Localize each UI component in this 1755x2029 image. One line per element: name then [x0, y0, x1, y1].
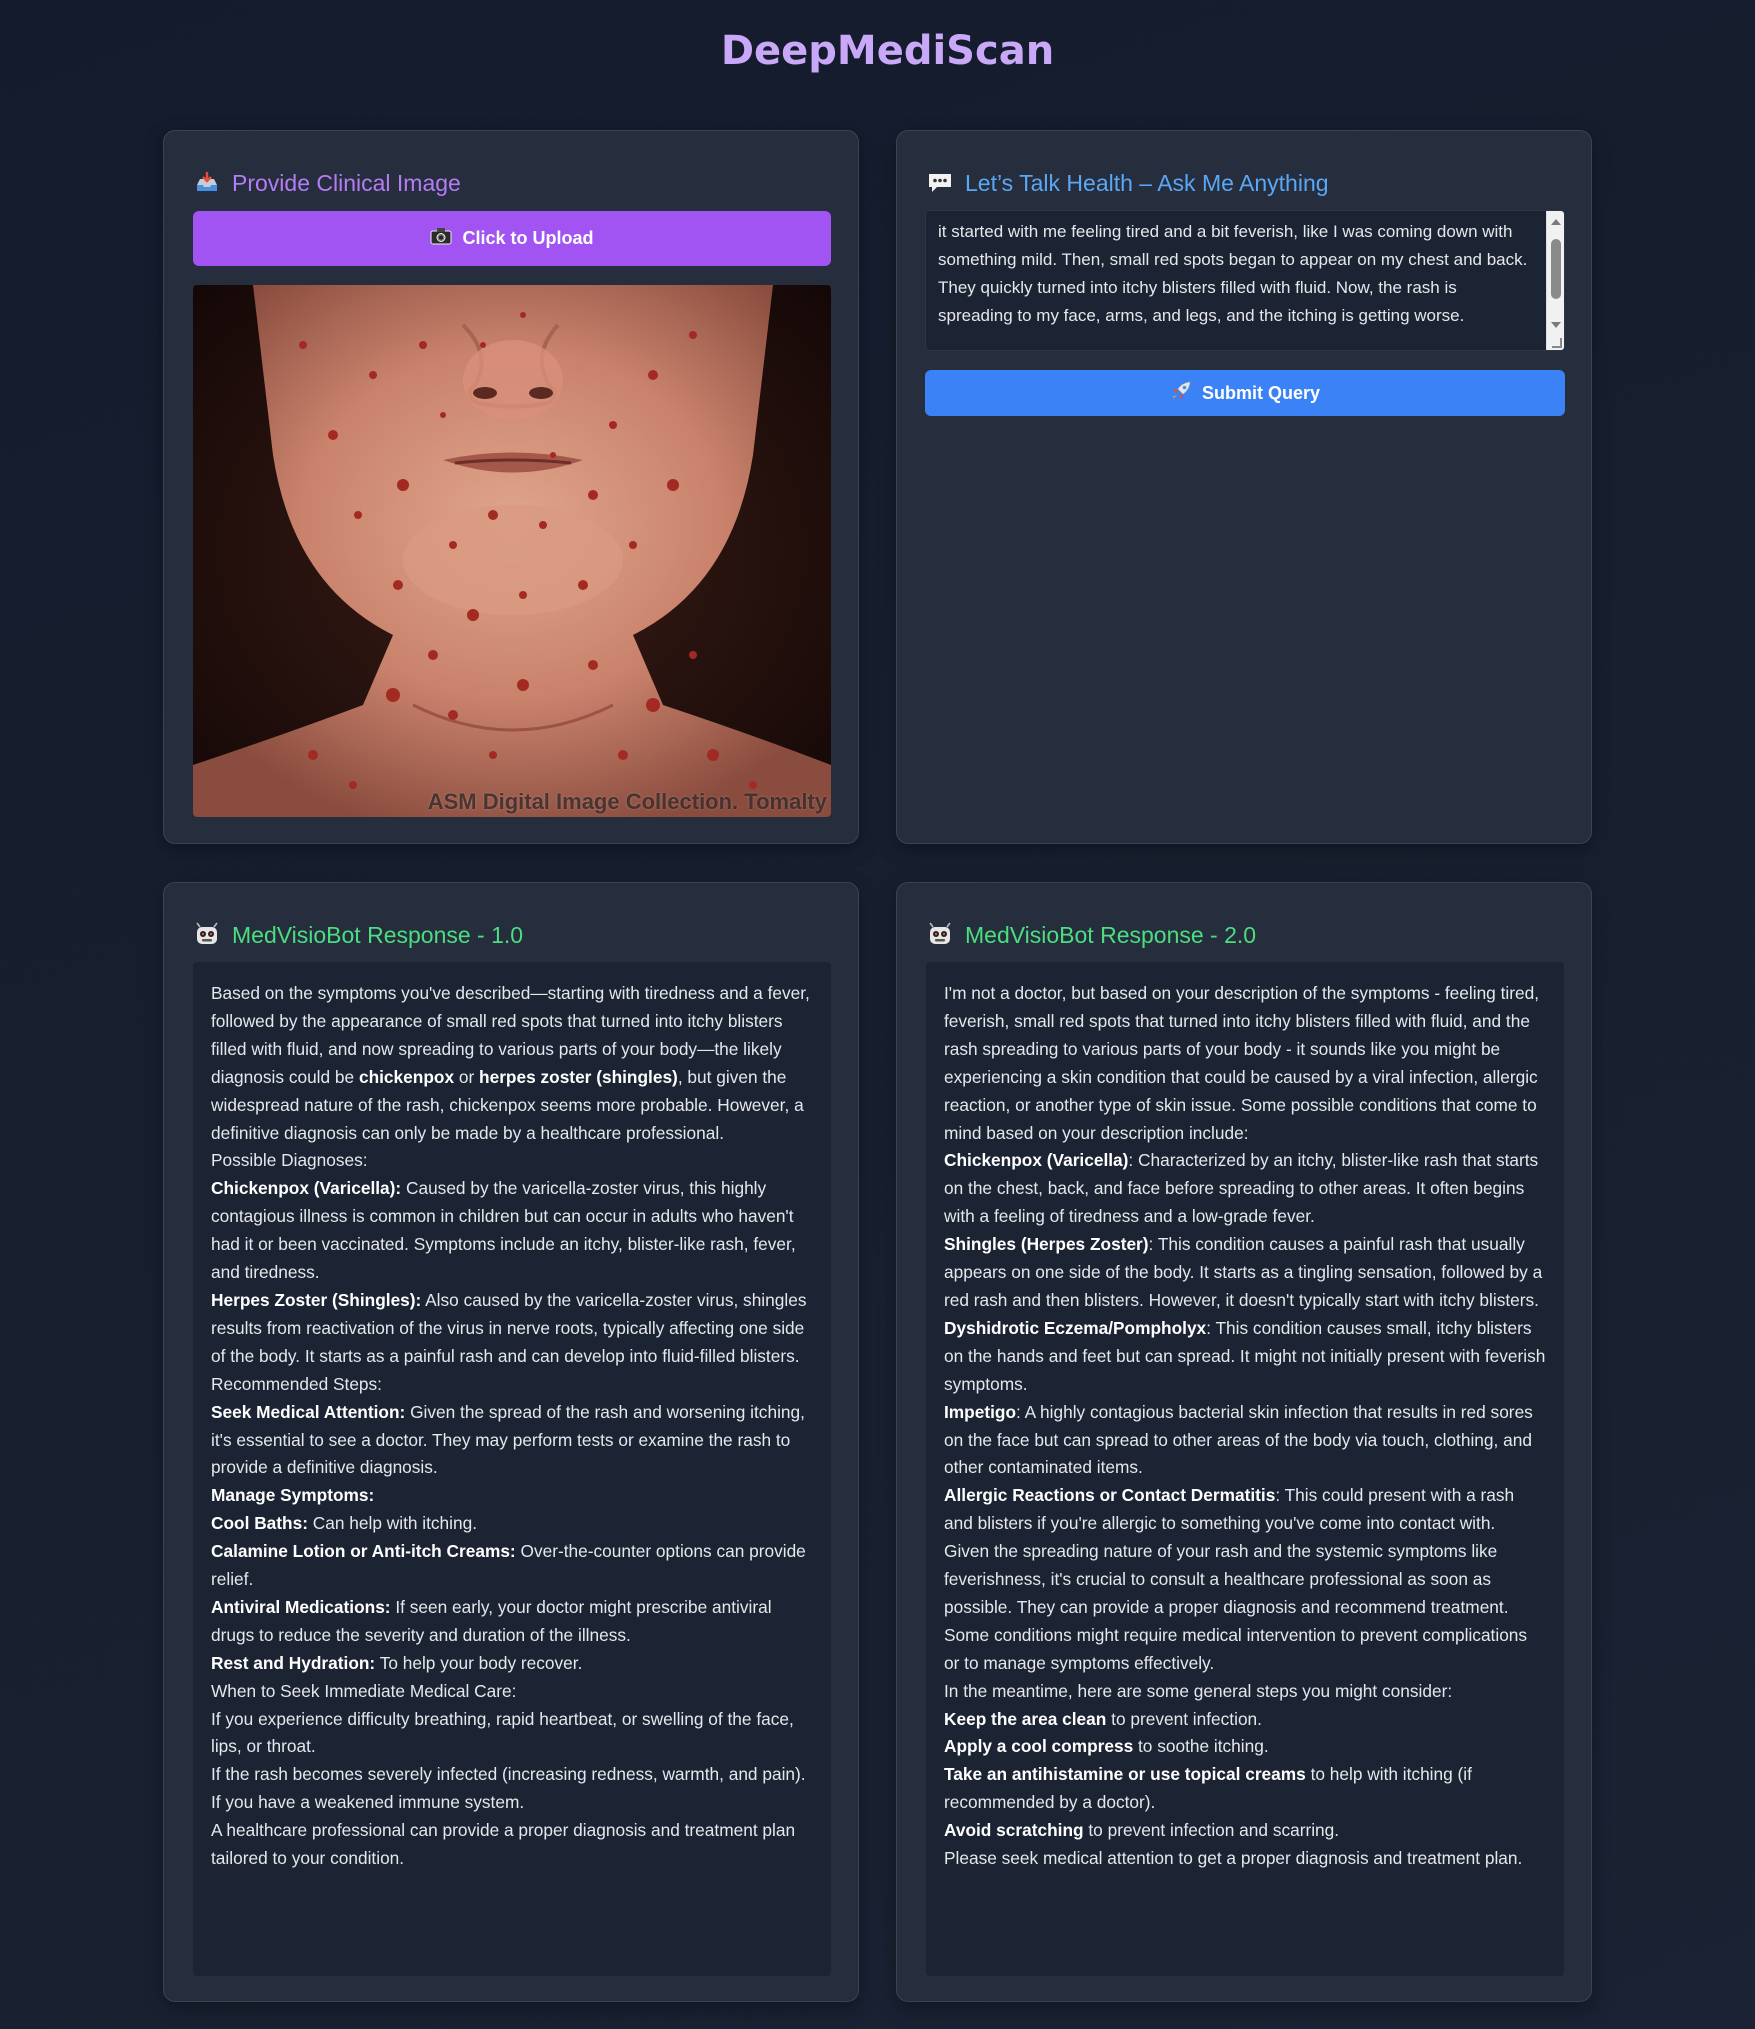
- response-1-steps-heading: Recommended Steps:: [211, 1373, 382, 1394]
- response-2-compress: Apply a cool compress to soothe itching.: [944, 1736, 1269, 1757]
- response-1-header: MedVisioBot Response - 1.0: [194, 915, 830, 955]
- response-panel-2: MedVisioBot Response - 2.0 I'm not a doc…: [896, 882, 1592, 2002]
- submit-button-label: Submit Query: [1201, 382, 1321, 403]
- response-1-when-1: If you experience difficulty breathing, …: [211, 1708, 794, 1757]
- rocket-icon: [1170, 380, 1192, 407]
- response-2-clean: Keep the area clean to prevent infection…: [944, 1708, 1262, 1729]
- response-2-advice: Given the spreading nature of your rash …: [944, 1541, 1528, 1673]
- response-1-rest: Rest and Hydration: To help your body re…: [211, 1652, 583, 1673]
- response-1-shingles: Herpes Zoster (Shingles): Also caused by…: [211, 1289, 807, 1366]
- response-1-closing: A healthcare professional can provide a …: [211, 1820, 796, 1869]
- response-2-antihistamine: Take an antihistamine or use topical cre…: [944, 1764, 1472, 1813]
- scroll-down-icon[interactable]: [1551, 322, 1561, 328]
- response-2-intro: I'm not a doctor, but based on your desc…: [944, 983, 1540, 1143]
- response-2-shingles: Shingles (Herpes Zoster): This condition…: [944, 1234, 1543, 1310]
- query-scrollbar[interactable]: [1546, 211, 1564, 350]
- scroll-thumb[interactable]: [1551, 239, 1561, 299]
- response-2-closing: Please seek medical attention to get a p…: [944, 1848, 1523, 1869]
- resize-grip-icon[interactable]: [1552, 338, 1562, 348]
- response-2-title: MedVisioBot Response - 2.0: [965, 921, 1257, 948]
- chat-panel: Let’s Talk Health – Ask Me Anything it s…: [896, 130, 1592, 844]
- query-textarea[interactable]: it started with me feeling tired and a b…: [925, 210, 1565, 351]
- upload-button-label: Click to Upload: [462, 228, 594, 248]
- response-1-when-heading: When to Seek Immediate Medical Care:: [211, 1680, 517, 1701]
- robot-icon: [927, 922, 953, 948]
- response-1-body: Based on the symptoms you've described—s…: [193, 962, 831, 1976]
- response-1-when-3: If you have a weakened immune system.: [211, 1792, 525, 1813]
- response-2-chickenpox: Chickenpox (Varicella): Characterized by…: [944, 1150, 1539, 1227]
- response-2-scratching: Avoid scratching to prevent infection an…: [944, 1820, 1340, 1841]
- upload-button[interactable]: Click to Upload: [193, 211, 831, 266]
- response-2-allergic: Allergic Reactions or Contact Dermatitis…: [944, 1485, 1515, 1534]
- response-1-title: MedVisioBot Response - 1.0: [232, 921, 524, 948]
- response-2-meantime: In the meantime, here are some general s…: [944, 1680, 1453, 1701]
- camera-icon: [430, 227, 452, 250]
- image-panel-title: Provide Clinical Image: [232, 169, 461, 196]
- robot-icon: [194, 922, 220, 948]
- photo-caption: ASM Digital Image Collection. Tomalty: [427, 789, 827, 814]
- app-title: DeepMediScan: [720, 28, 1055, 74]
- response-1-calamine: Calamine Lotion or Anti-itch Creams: Ove…: [211, 1541, 806, 1590]
- chat-panel-title: Let’s Talk Health – Ask Me Anything: [965, 169, 1329, 196]
- response-2-header: MedVisioBot Response - 2.0: [927, 915, 1563, 955]
- inbox-tray-icon: [194, 170, 220, 196]
- clinical-image: ASM Digital Image Collection. Tomalty: [193, 285, 831, 817]
- response-1-when-2: If the rash becomes severely infected (i…: [211, 1764, 806, 1785]
- response-2-impetigo: Impetigo: A highly contagious bacterial …: [944, 1401, 1533, 1478]
- speech-bubble-icon: [927, 170, 953, 196]
- response-2-eczema: Dyshidrotic Eczema/Pompholyx: This condi…: [944, 1317, 1546, 1394]
- image-panel: Provide Clinical Image Click to Upload A…: [163, 130, 859, 844]
- scroll-up-icon[interactable]: [1551, 219, 1561, 225]
- response-1-chickenpox: Chickenpox (Varicella): Caused by the va…: [211, 1178, 796, 1283]
- response-1-possible-heading: Possible Diagnoses:: [211, 1150, 368, 1171]
- response-panel-1: MedVisioBot Response - 1.0 Based on the …: [163, 882, 859, 2002]
- submit-button[interactable]: Submit Query: [925, 370, 1565, 416]
- image-panel-header: Provide Clinical Image: [194, 163, 830, 203]
- response-1-seek: Seek Medical Attention: Given the spread…: [211, 1401, 805, 1478]
- response-1-intro: Based on the symptoms you've described—s…: [211, 983, 810, 1143]
- query-text: it started with me feeling tired and a b…: [938, 222, 1528, 325]
- response-2-body: I'm not a doctor, but based on your desc…: [926, 962, 1564, 1976]
- response-1-baths: Cool Baths: Can help with itching.: [211, 1513, 478, 1534]
- response-1-antiviral: Antiviral Medications: If seen early, yo…: [211, 1596, 772, 1645]
- chat-panel-header: Let’s Talk Health – Ask Me Anything: [927, 163, 1563, 203]
- response-1-manage: Manage Symptoms:: [211, 1485, 375, 1506]
